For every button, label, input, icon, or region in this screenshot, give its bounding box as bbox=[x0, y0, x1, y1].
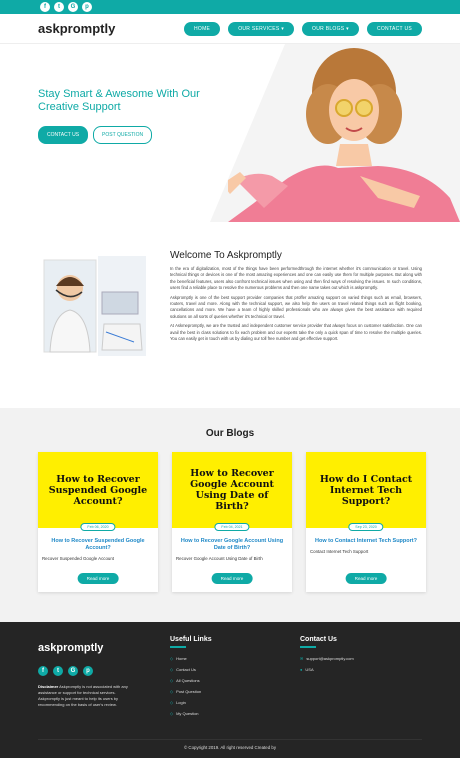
google-icon[interactable]: G bbox=[68, 2, 78, 12]
hero-section: Stay Smart & Awesome With Our Creative S… bbox=[0, 44, 460, 222]
footer-social: f t G p bbox=[38, 666, 93, 676]
footer-link-login[interactable]: ◇ Login bbox=[170, 700, 212, 705]
contact-column: Contact Us ✉ support@askpromptly.com ● USA bbox=[300, 636, 354, 678]
blog-card-image[interactable]: How do I Contact Internet Tech Support? bbox=[306, 452, 426, 528]
nav-home[interactable]: HOME bbox=[183, 21, 221, 36]
blog-card-description: Recover Google Account Using Date of Bir… bbox=[176, 556, 263, 561]
blog-cards: How to Recover Suspended Google Account?… bbox=[38, 452, 426, 592]
footer-link-post-question[interactable]: ◇ Post Question bbox=[170, 689, 212, 694]
footer-link-label: Login bbox=[176, 699, 186, 705]
caret-down-icon: ▾ bbox=[346, 25, 349, 32]
chevron-right-icon: ◇ bbox=[170, 666, 174, 672]
facebook-icon[interactable]: f bbox=[40, 2, 50, 12]
footer-link-label: Post Question bbox=[176, 688, 202, 694]
useful-links: Useful Links ◇ Home ◇ Contact Us ◇ All Ques… bbox=[170, 636, 212, 722]
top-bar: f t G p bbox=[0, 0, 460, 14]
footer-divider bbox=[38, 739, 422, 740]
logo-text-ask: ask bbox=[38, 21, 60, 36]
read-more-button[interactable]: Read more bbox=[345, 573, 387, 584]
contact-us-button[interactable]: CONTACT US bbox=[38, 126, 89, 144]
site-footer: ask promptly f t G p Disclaimer Askprompt… bbox=[0, 622, 460, 758]
post-question-button[interactable]: POST QUESTION bbox=[93, 126, 153, 144]
nav-blogs-label: OUR BLOGS bbox=[312, 25, 345, 32]
contact-email[interactable]: ✉ support@askpromptly.com bbox=[300, 656, 354, 661]
footer-link-label: Contact Us bbox=[176, 666, 196, 672]
footer-link-label: My Question bbox=[176, 710, 199, 716]
blog-card: How do I Contact Internet Tech Support? … bbox=[306, 452, 426, 592]
title-underline bbox=[170, 646, 186, 648]
blog-card-description: Contact Internet Tech Support bbox=[310, 549, 369, 554]
blog-card: How to Recover Suspended Google Account?… bbox=[38, 452, 158, 592]
chevron-right-icon: ◇ bbox=[170, 677, 174, 683]
pinterest-icon[interactable]: p bbox=[83, 666, 93, 676]
main-nav: ask promptly HOME OUR SERVICES ▾ OUR BLOG… bbox=[0, 14, 460, 44]
blogs-title: Our Blogs bbox=[205, 428, 255, 439]
blog-card-image[interactable]: How to Recover Suspended Google Account? bbox=[38, 452, 158, 528]
envelope-icon: ✉ bbox=[300, 655, 304, 661]
welcome-title: Welcome To Askpromptly bbox=[170, 250, 282, 261]
footer-link-label: Home bbox=[176, 655, 187, 661]
copyright: © Copyright 2019. All right reserved Cre… bbox=[183, 745, 277, 750]
chevron-right-icon: ◇ bbox=[170, 710, 174, 716]
contact-email-text: support@askpromptly.com bbox=[306, 655, 354, 661]
contact-location: ● USA bbox=[300, 667, 354, 672]
nav-menu: HOME OUR SERVICES ▾ OUR BLOGS ▾ CONTACT … bbox=[183, 21, 422, 36]
blog-card-title[interactable]: How to Recover Google Account Using Date… bbox=[172, 538, 292, 552]
hero-title: Stay Smart & Awesome With Our Creative S… bbox=[38, 88, 200, 113]
footer-logo-promptly: promptly bbox=[56, 642, 104, 654]
welcome-section: Welcome To Askpromptly In the era of dig… bbox=[0, 222, 460, 400]
google-icon[interactable]: G bbox=[68, 666, 78, 676]
useful-links-title: Useful Links bbox=[170, 636, 212, 643]
caret-down-icon: ▾ bbox=[281, 25, 284, 32]
footer-logo[interactable]: ask promptly bbox=[38, 642, 103, 654]
site-logo[interactable]: ask promptly bbox=[38, 21, 115, 36]
footer-logo-ask: ask bbox=[38, 642, 57, 654]
blog-card-image[interactable]: How to Recover Google Account Using Date… bbox=[172, 452, 292, 528]
blog-card: How to Recover Google Account Using Date… bbox=[172, 452, 292, 592]
blog-date: Feb 04, 2021 bbox=[214, 523, 250, 531]
welcome-text: Welcome To Askpromptly In the era of dig… bbox=[170, 250, 422, 346]
footer-link-label: All Questions bbox=[176, 677, 200, 683]
contact-country-text: USA bbox=[305, 666, 314, 672]
read-more-button[interactable]: Read more bbox=[211, 573, 253, 584]
footer-link-all-questions[interactable]: ◇ All Questions bbox=[170, 678, 212, 683]
welcome-paragraph-2: Askpromptly is one of the best support p… bbox=[170, 294, 422, 319]
twitter-icon[interactable]: t bbox=[54, 2, 64, 12]
chevron-right-icon: ◇ bbox=[170, 699, 174, 705]
title-underline bbox=[300, 646, 316, 648]
blogs-section: Our Blogs How to Recover Suspended Googl… bbox=[0, 408, 460, 622]
read-more-button[interactable]: Read more bbox=[77, 573, 119, 584]
pinterest-icon[interactable]: p bbox=[82, 2, 92, 12]
facebook-icon[interactable]: f bbox=[38, 666, 48, 676]
footer-link-my-question[interactable]: ◇ My Question bbox=[170, 711, 212, 716]
hero-woman-image bbox=[228, 48, 460, 222]
contact-title: Contact Us bbox=[300, 636, 337, 643]
hero-buttons: CONTACT US POST QUESTION bbox=[38, 126, 153, 144]
blog-date: Feb 06, 2020 bbox=[80, 523, 116, 531]
blog-card-title[interactable]: How to Recover Suspended Google Account? bbox=[38, 538, 158, 552]
blog-card-title[interactable]: How to Contact Internet Tech Support? bbox=[306, 538, 426, 545]
footer-link-contact[interactable]: ◇ Contact Us bbox=[170, 667, 212, 672]
nav-services-label: OUR SERVICES bbox=[238, 25, 280, 32]
twitter-icon[interactable]: t bbox=[53, 666, 63, 676]
logo-text-promptly: promptly bbox=[59, 21, 116, 36]
footer-disclaimer: Disclaimer Askpromptly is not associated… bbox=[38, 684, 133, 708]
nav-services[interactable]: OUR SERVICES ▾ bbox=[228, 21, 294, 36]
chevron-right-icon: ◇ bbox=[170, 655, 174, 661]
footer-link-home[interactable]: ◇ Home bbox=[170, 656, 212, 661]
welcome-paragraph-1: In the era of digitalization, most of th… bbox=[170, 266, 422, 290]
disclaimer-label: Disclaimer bbox=[38, 684, 59, 689]
blog-card-description: Recover Suspended Google Account bbox=[42, 556, 115, 561]
blog-date: Sep 23, 2020 bbox=[348, 523, 384, 531]
chevron-right-icon: ◇ bbox=[170, 688, 174, 694]
nav-contact[interactable]: CONTACT US bbox=[366, 21, 422, 36]
welcome-paragraph-3: At Askmepromptly, we are the trusted and… bbox=[170, 323, 422, 341]
nav-blogs[interactable]: OUR BLOGS ▾ bbox=[302, 21, 359, 36]
support-agent-image bbox=[42, 254, 148, 358]
map-pin-icon: ● bbox=[300, 666, 303, 672]
